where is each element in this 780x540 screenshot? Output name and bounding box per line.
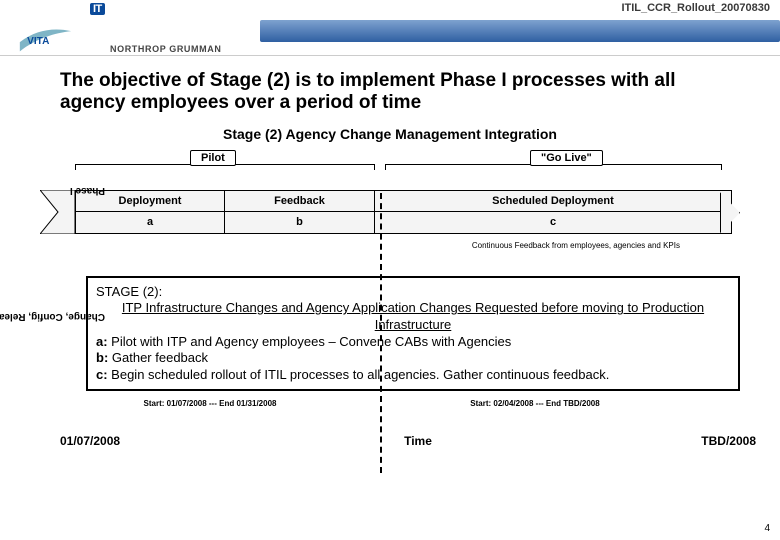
northrop-grumman-logo: NORTHROP GRUMMAN: [110, 44, 221, 54]
segment-a-bottom: a: [76, 211, 224, 233]
segment-b: Feedback b: [225, 190, 375, 234]
axis-label: Time: [180, 434, 656, 448]
stage-description-box: STAGE (2): ITP Infrastructure Changes an…: [86, 276, 740, 392]
segment-b-top: Feedback: [225, 191, 374, 212]
vita-partnership-logo: IT: [90, 3, 108, 15]
phase-rotated-label: Change, Config, Release Phase I: [60, 276, 86, 392]
logo-mark-icon: IT: [90, 3, 105, 15]
date-range-row: Start: 01/07/2008 --- End 01/31/2008 Sta…: [90, 399, 740, 408]
stage-step-a: a: Pilot with ITP and Agency employees –…: [96, 334, 730, 351]
segment-c: Scheduled Deployment c: [375, 190, 732, 234]
vita-swoosh-icon: VITA: [18, 22, 73, 62]
document-id: ITIL_CCR_Rollout_20070830: [621, 2, 770, 14]
pilot-label: Pilot: [190, 150, 236, 166]
svg-text:VITA: VITA: [27, 36, 50, 47]
chart-title: Stage (2) Agency Change Management Integ…: [0, 126, 780, 142]
segment-c-bottom: c: [375, 211, 731, 233]
page-number: 4: [764, 523, 770, 534]
axis-end-date: TBD/2008: [656, 434, 756, 448]
slide-headline: The objective of Stage (2) is to impleme…: [60, 70, 740, 114]
golive-label: "Go Live": [530, 150, 603, 166]
segment-a: Deployment a: [75, 190, 225, 234]
stage-step-b: b: Gather feedback: [96, 350, 730, 367]
slide-header: ITIL_CCR_Rollout_20070830 IT NORTHROP GR…: [0, 0, 780, 56]
divider-vline: [380, 193, 382, 473]
arrow-body: Deployment a Feedback b Scheduled Deploy…: [75, 190, 732, 234]
timeline-chart: Pilot "Go Live" Deployment a Feedback b …: [40, 146, 740, 266]
header-decorative-bar: [260, 20, 780, 42]
golive-date-range: Start: 02/04/2008 --- End TBD/2008: [330, 399, 740, 408]
segment-b-bottom: b: [225, 211, 374, 233]
continuous-feedback-note: Continuous Feedback from employees, agen…: [472, 241, 680, 250]
stage-description-row: Change, Config, Release Phase I STAGE (2…: [60, 276, 740, 392]
stage-box-subtitle: ITP Infrastructure Changes and Agency Ap…: [96, 300, 730, 333]
time-axis: 01/07/2008 Time TBD/2008: [60, 434, 756, 448]
axis-start-date: 01/07/2008: [60, 434, 180, 448]
stage-box-title: STAGE (2):: [96, 284, 730, 301]
stage-step-c: c: Begin scheduled rollout of ITIL proce…: [96, 367, 730, 384]
pilot-date-range: Start: 01/07/2008 --- End 01/31/2008: [90, 399, 330, 408]
segment-c-top: Scheduled Deployment: [375, 191, 731, 212]
